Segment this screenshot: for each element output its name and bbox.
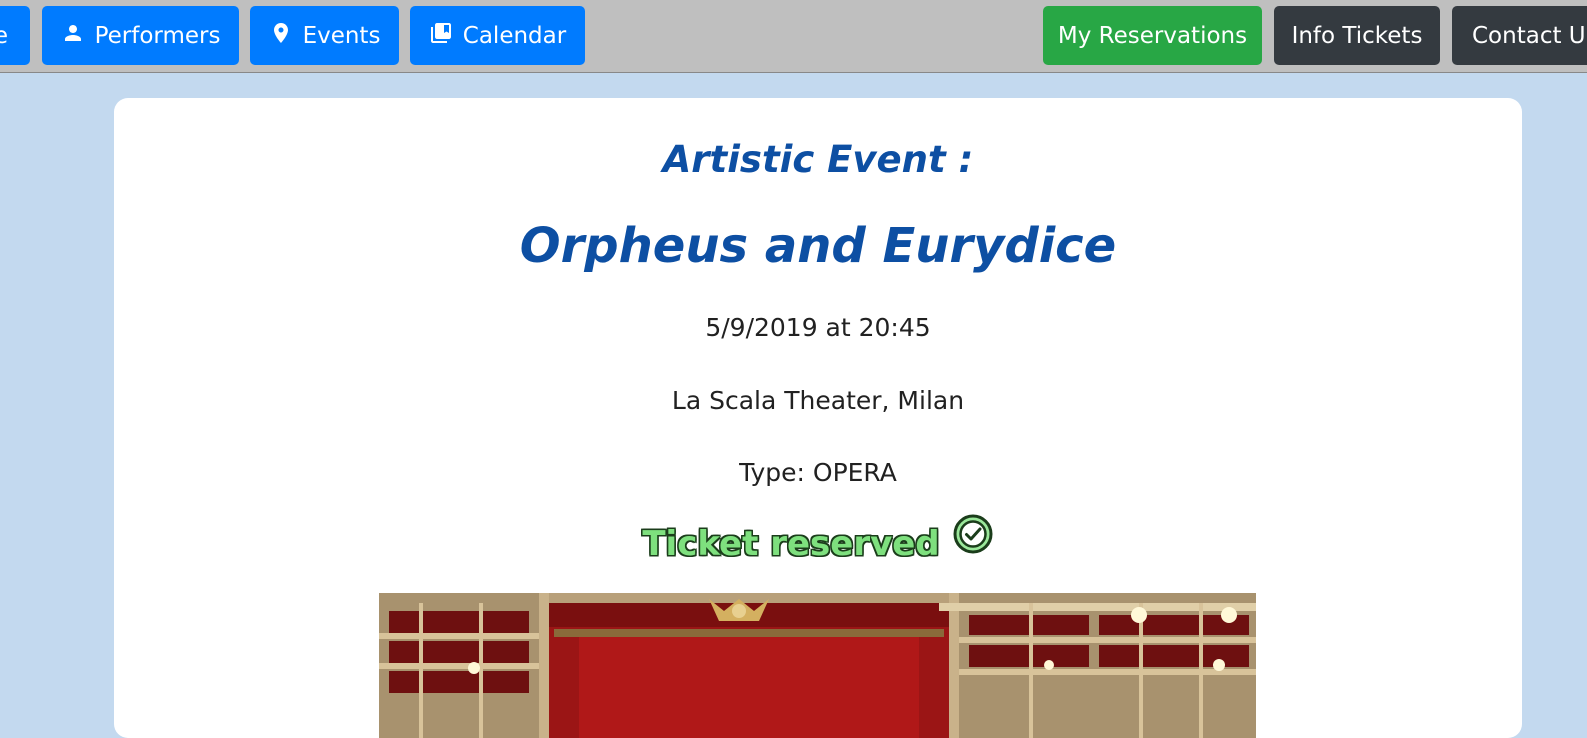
event-title: Orpheus and Eurydice xyxy=(519,218,1117,274)
section-label: Artistic Event : xyxy=(662,138,974,181)
top-navbar: e Performers Events Calendar My Reservat… xyxy=(0,0,1587,73)
library-books-icon xyxy=(429,21,453,45)
events-button-label: Events xyxy=(302,22,381,49)
home-button[interactable]: e xyxy=(0,6,30,65)
theater-photo xyxy=(379,593,1256,738)
contact-us-button-label: Contact U xyxy=(1472,22,1586,49)
check-circle-icon xyxy=(952,513,994,555)
calendar-button[interactable]: Calendar xyxy=(410,6,585,65)
event-datetime: 5/9/2019 at 20:45 xyxy=(705,313,931,342)
performers-button[interactable]: Performers xyxy=(42,6,239,65)
event-card: Artistic Event : Orpheus and Eurydice 5/… xyxy=(114,98,1522,738)
performers-button-label: Performers xyxy=(94,22,221,49)
events-button[interactable]: Events xyxy=(250,6,399,65)
person-icon xyxy=(61,21,85,45)
info-tickets-button[interactable]: Info Tickets xyxy=(1274,6,1440,65)
contact-us-button[interactable]: Contact U xyxy=(1452,6,1587,65)
reservation-status: Ticket reserved xyxy=(114,513,1522,564)
info-tickets-button-label: Info Tickets xyxy=(1291,22,1423,49)
home-button-label: e xyxy=(0,22,8,49)
calendar-button-label: Calendar xyxy=(462,22,567,49)
event-venue: La Scala Theater, Milan xyxy=(671,386,965,415)
my-reservations-button-label: My Reservations xyxy=(1057,22,1248,49)
map-pin-icon xyxy=(269,21,293,45)
event-type: Type: OPERA xyxy=(739,458,897,487)
reservation-status-text: Ticket reserved xyxy=(642,524,940,564)
my-reservations-button[interactable]: My Reservations xyxy=(1043,6,1262,65)
